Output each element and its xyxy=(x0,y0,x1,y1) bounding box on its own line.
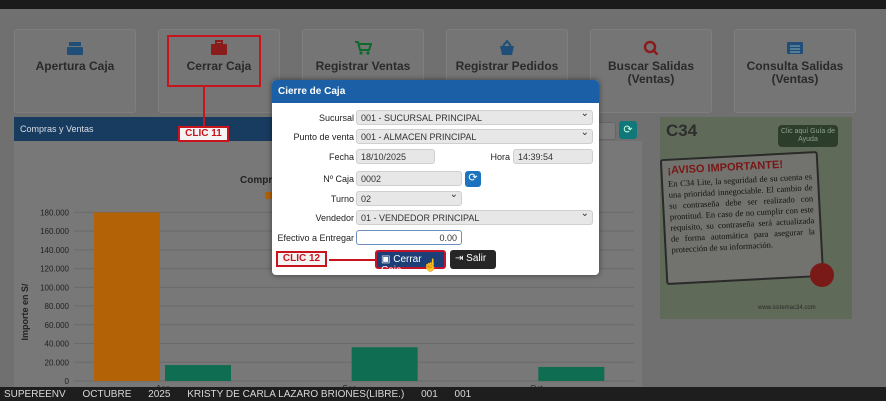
chart-refresh-button[interactable]: ⟳ xyxy=(619,121,637,139)
notice-card: ¡AVISO IMPORTANTE! En C34 Lite, la segur… xyxy=(660,150,825,286)
callout-arrow xyxy=(329,259,375,261)
tile-apertura-caja[interactable]: Apertura Caja xyxy=(14,29,136,113)
y-tick-label: 80.000 xyxy=(45,302,70,311)
efectivo-field[interactable]: 0.00 xyxy=(356,230,462,245)
vendedor-select[interactable]: 01 - VENDEDOR PRINCIPAL xyxy=(356,210,593,225)
megaphone-icon xyxy=(810,263,834,287)
save-icon: ▣ xyxy=(381,254,391,265)
basket-icon xyxy=(500,40,514,55)
chart-bar xyxy=(538,366,605,381)
hora-label: Hora xyxy=(490,152,510,162)
y-tick-label: 180.000 xyxy=(40,208,69,217)
site-url: www.sistemac34.com xyxy=(758,305,816,311)
y-tick-label: 160.000 xyxy=(40,227,69,236)
chart-bar xyxy=(94,212,160,381)
y-tick-label: 100.000 xyxy=(40,283,69,292)
callout-arrow xyxy=(203,87,205,127)
exit-icon: ⇥ xyxy=(455,253,464,264)
fecha-label: Fecha xyxy=(328,152,354,162)
y-tick-label: 20.000 xyxy=(45,358,70,367)
chart-bar xyxy=(165,365,231,381)
status-code-2: 001 xyxy=(454,389,472,400)
notice-text: En C34 Lite, la seguridad de su cuenta e… xyxy=(667,171,816,255)
status-company: SUPEREENV xyxy=(4,389,66,400)
y-tick-label: 0 xyxy=(65,377,70,386)
y-tick-label: 120.000 xyxy=(40,265,69,274)
panel-title: Compras y Ventas xyxy=(14,117,276,141)
punto-venta-label: Punto de venta xyxy=(293,132,354,142)
tile-label: Consulta Salidas (Ventas) xyxy=(746,59,844,86)
top-bar xyxy=(0,0,886,9)
cash-register-icon xyxy=(67,42,83,55)
y-tick-label: 140.000 xyxy=(40,246,69,255)
punto-venta-select[interactable]: 001 - ALMACEN PRINCIPAL xyxy=(356,129,593,144)
help-guide-link[interactable]: Clic aquí Guía de Ayuda xyxy=(778,125,838,147)
vendedor-label: Vendedor xyxy=(315,213,354,223)
status-code-1: 001 xyxy=(421,389,438,400)
highlight-box-cerrar-caja xyxy=(167,35,261,87)
sucursal-select[interactable]: 001 - SUCURSAL PRINCIPAL xyxy=(356,110,593,125)
notice-banner[interactable]: C34 Clic aquí Guía de Ayuda ¡AVISO IMPOR… xyxy=(660,117,852,319)
efectivo-label: Efectivo a Entregar xyxy=(277,233,354,243)
salir-label: Salir xyxy=(466,253,487,264)
refresh-caja-button[interactable]: ⟳ xyxy=(465,171,481,187)
cart-icon xyxy=(355,41,372,55)
caja-field[interactable]: 0002 xyxy=(356,171,462,186)
turno-select[interactable]: 02 xyxy=(356,191,462,206)
y-tick-label: 60.000 xyxy=(45,321,70,330)
y-axis-label: Importe en S/ xyxy=(20,283,30,341)
refresh-icon: ⟳ xyxy=(468,172,478,184)
chart-bar xyxy=(351,347,418,381)
brand-logo: C34 xyxy=(666,121,698,140)
period-select[interactable] xyxy=(596,122,616,140)
tile-buscar-salidas[interactable]: Buscar Salidas (Ventas) xyxy=(590,29,712,113)
salir-button[interactable]: ⇥ Salir xyxy=(450,250,496,269)
status-year: 2025 xyxy=(148,389,171,400)
status-month: OCTUBRE xyxy=(82,389,132,400)
pointer-cursor-icon: ☝ xyxy=(423,258,438,272)
status-bar: SUPEREENV OCTUBRE 2025 KRISTY DE CARLA L… xyxy=(0,387,886,401)
y-tick-label: 40.000 xyxy=(45,340,70,349)
fecha-field[interactable]: 18/10/2025 xyxy=(356,149,435,164)
caja-label: Nº Caja xyxy=(323,174,354,184)
tile-label: Apertura Caja xyxy=(35,59,115,73)
tile-label: Buscar Salidas (Ventas) xyxy=(607,59,695,86)
tile-consulta-salidas[interactable]: Consulta Salidas (Ventas) xyxy=(734,29,856,113)
callout-clic-12: CLIC 12 xyxy=(276,251,327,267)
list-icon xyxy=(787,42,803,54)
turno-label: Turno xyxy=(330,194,354,204)
status-user: KRISTY DE CARLA LAZARO BRIONES(LIBRE.) xyxy=(187,389,405,400)
tile-label: Registrar Pedidos xyxy=(455,59,559,73)
search-icon xyxy=(643,40,659,56)
hora-field[interactable]: 14:39:54 xyxy=(513,149,593,164)
tile-label: Registrar Ventas xyxy=(315,59,411,73)
dialog-title: Cierre de Caja xyxy=(272,80,599,103)
sucursal-label: Sucursal xyxy=(318,113,354,123)
callout-clic-11: CLIC 11 xyxy=(178,126,229,142)
